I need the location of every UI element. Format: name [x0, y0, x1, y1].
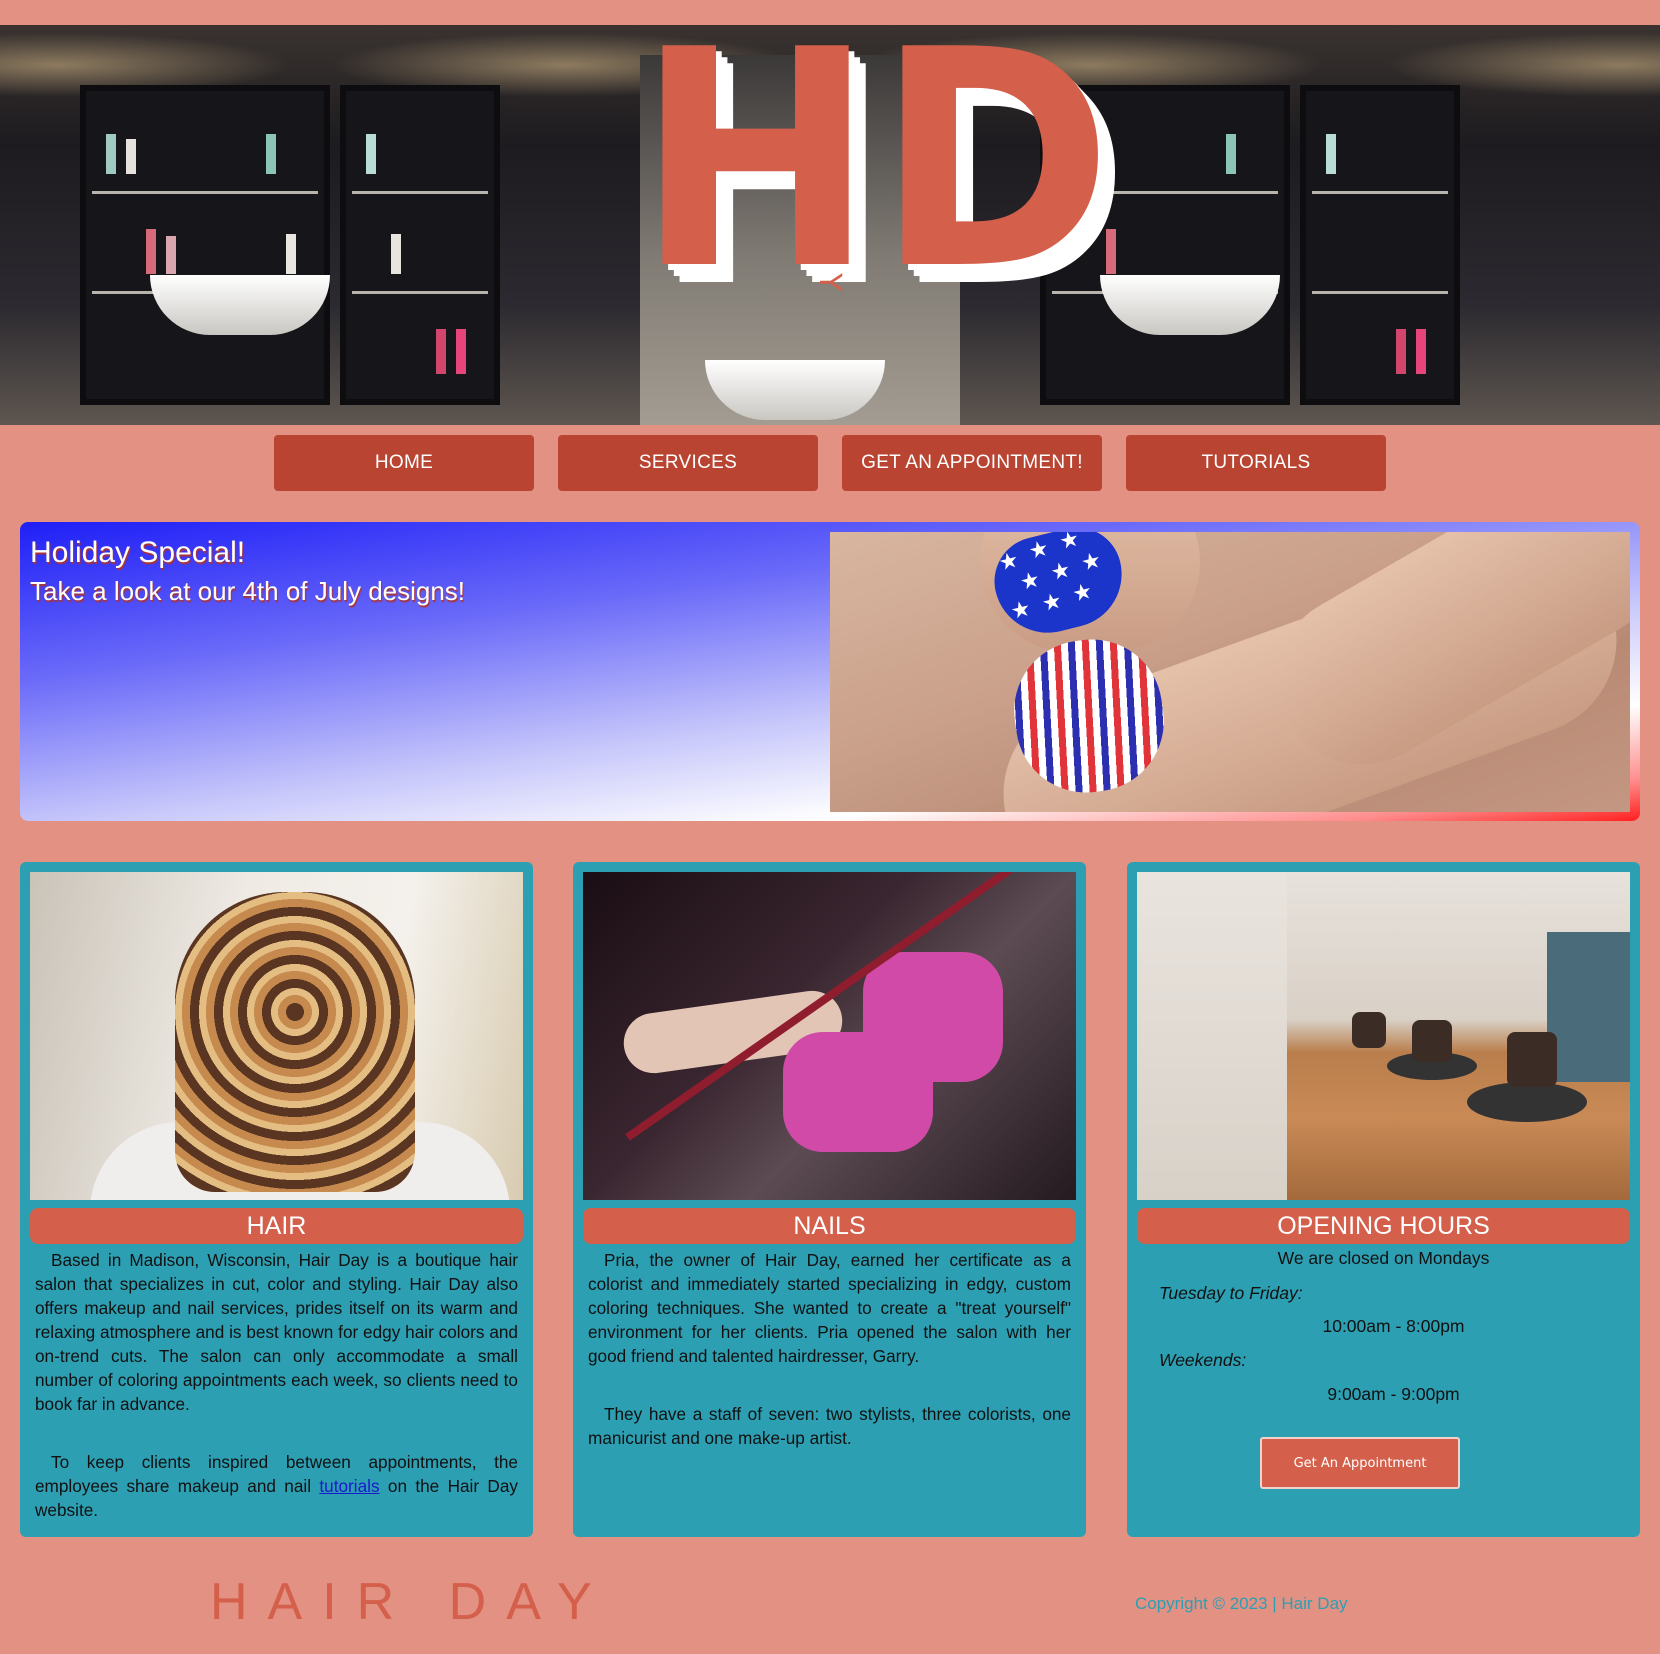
- nails-heading: NAILS: [583, 1208, 1076, 1244]
- curled-hair: [175, 892, 415, 1192]
- get-appointment-button[interactable]: Get An Appointment: [1260, 1437, 1460, 1489]
- salon-shelf: [340, 85, 500, 405]
- july-nails-image: ★ ★ ★ ★ ★ ★ ★ ★ ★: [830, 532, 1630, 812]
- pink-glove: [863, 952, 1003, 1082]
- hair-description: Based in Madison, Wisconsin, Hair Day is…: [35, 1248, 518, 1522]
- chair-mat: [1467, 1082, 1587, 1122]
- salon-shelf: [1300, 85, 1460, 405]
- closed-notice: We are closed on Mondays: [1277, 1248, 1490, 1268]
- nails-paragraph-1: Pria, the owner of Hair Day, earned her …: [588, 1250, 1071, 1366]
- hair-image: [30, 872, 523, 1200]
- salon-chair: [1352, 1012, 1386, 1048]
- salon-chair: [1507, 1032, 1557, 1087]
- nav-tutorials-button[interactable]: TUTORIALS: [1126, 435, 1386, 491]
- nails-paragraph-2: They have a staff of seven: two stylists…: [588, 1404, 1071, 1448]
- promo-title: Holiday Special!: [30, 536, 246, 569]
- weekday-label: Tuesday to Friday:: [1159, 1283, 1303, 1303]
- weekend-hours: 9:00am - 9:00pm: [1327, 1384, 1460, 1404]
- nav-appointment-button[interactable]: GET AN APPOINTMENT!: [842, 435, 1102, 491]
- nails-description: Pria, the owner of Hair Day, earned her …: [588, 1248, 1071, 1450]
- nails-card: NAILS Pria, the owner of Hair Day, earne…: [573, 862, 1086, 1537]
- tutorials-link[interactable]: tutorials: [319, 1476, 379, 1496]
- hours-heading: OPENING HOURS: [1137, 1208, 1630, 1244]
- hair-heading: HAIR: [30, 1208, 523, 1244]
- hair-paragraph-1: Based in Madison, Wisconsin, Hair Day is…: [35, 1250, 518, 1414]
- salon-counter: [1137, 872, 1287, 1200]
- promo-subtitle: Take a look at our 4th of July designs!: [30, 576, 466, 606]
- hair-card: HAIR Based in Madison, Wisconsin, Hair D…: [20, 862, 533, 1537]
- footer-brand: HAIR DAY: [210, 1573, 612, 1631]
- weekday-hours: 10:00am - 8:00pm: [1322, 1316, 1465, 1336]
- hair-paragraph-2: To keep clients inspired between appoint…: [35, 1450, 518, 1522]
- logo-subtitle: HAIR DAY: [812, 73, 847, 303]
- hours-card: OPENING HOURS We are closed on Mondays T…: [1127, 862, 1640, 1537]
- salon-chair: [1412, 1020, 1452, 1062]
- salon-shelf: [80, 85, 330, 405]
- salon-interior-image: [1137, 872, 1630, 1200]
- footer-copyright: Copyright © 2023 | Hair Day: [1135, 1594, 1348, 1613]
- product-shelf: [1547, 932, 1630, 1082]
- nails-image: [583, 872, 1076, 1200]
- nav-home-button[interactable]: HOME: [274, 435, 534, 491]
- header-banner: H D HAIR DAY: [0, 25, 1660, 425]
- holiday-promo-banner: Holiday Special! Take a look at our 4th …: [20, 522, 1640, 821]
- nav-services-button[interactable]: SERVICES: [558, 435, 818, 491]
- logo-letter-d: D: [876, 25, 1113, 335]
- weekend-label: Weekends:: [1159, 1350, 1247, 1370]
